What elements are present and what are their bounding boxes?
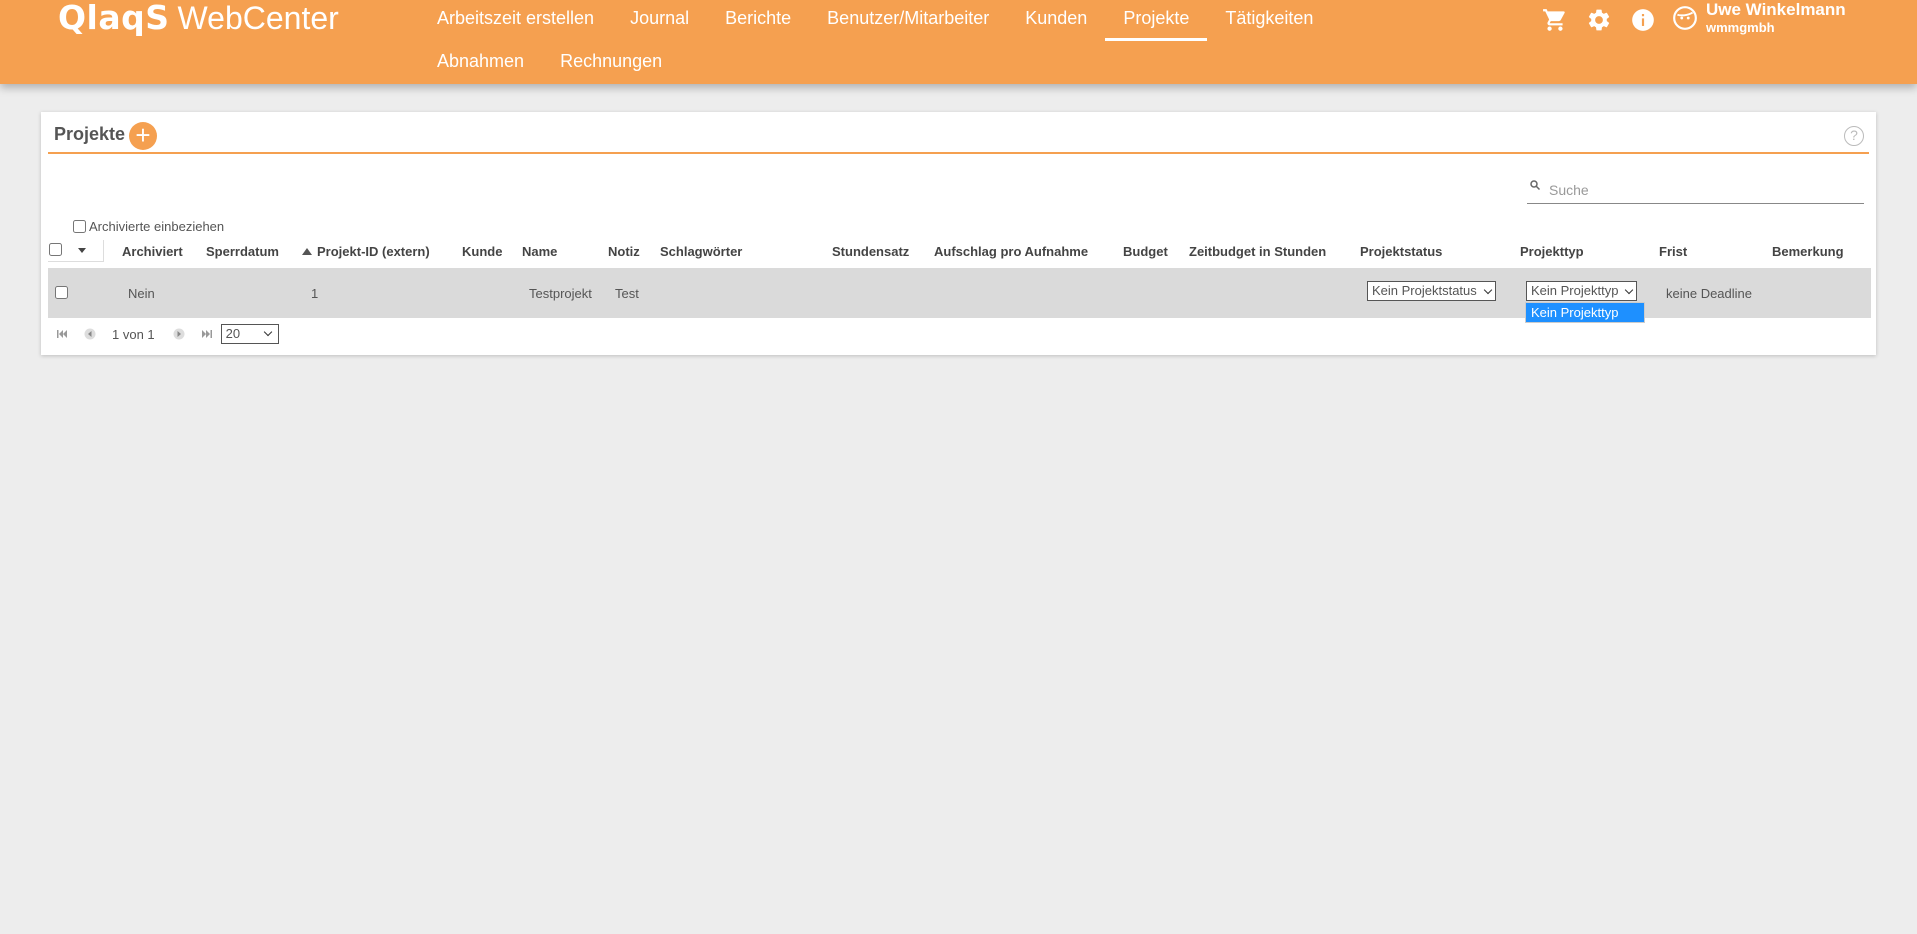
row-checkbox[interactable] xyxy=(55,286,68,299)
header-icons xyxy=(1541,6,1657,34)
gear-icon[interactable] xyxy=(1585,6,1613,34)
col-schlagwoerter[interactable]: Schlagwörter xyxy=(660,244,742,259)
col-name[interactable]: Name xyxy=(522,244,557,259)
col-frist[interactable]: Frist xyxy=(1659,244,1687,259)
cart-icon[interactable] xyxy=(1541,6,1569,34)
table-header: Archiviert Sperrdatum Projekt-ID (extern… xyxy=(48,240,1871,264)
cell-projekt-id: 1 xyxy=(311,286,319,301)
cell-frist: keine Deadline xyxy=(1666,286,1753,301)
include-archived: Archivierte einbeziehen xyxy=(73,219,224,234)
select-all-control xyxy=(48,240,104,262)
logo-brand: QlaqS xyxy=(58,0,170,37)
include-archived-label: Archivierte einbeziehen xyxy=(89,219,225,234)
nav-item-projekte[interactable]: Projekte xyxy=(1105,0,1208,41)
cell-archiviert: Nein xyxy=(128,286,155,301)
logo-product: WebCenter xyxy=(177,0,339,36)
nav-item-benutzer[interactable]: Benutzer/Mitarbeiter xyxy=(809,0,1007,41)
col-projekt-id[interactable]: Projekt-ID (extern) xyxy=(302,244,430,259)
next-page-icon[interactable] xyxy=(171,326,187,342)
user-face-icon[interactable] xyxy=(1671,4,1699,32)
dropdown-option[interactable]: Kein Projekttyp xyxy=(1526,303,1644,322)
app-logo[interactable]: QlaqS WebCenter xyxy=(58,0,339,36)
col-aufschlag[interactable]: Aufschlag pro Aufnahme xyxy=(934,244,1088,259)
col-bemerkung[interactable]: Bemerkung xyxy=(1772,244,1844,259)
nav-item-rechnungen[interactable]: Rechnungen xyxy=(542,43,680,84)
first-page-icon[interactable] xyxy=(54,326,70,342)
col-zeitbudget[interactable]: Zeitbudget in Stunden xyxy=(1189,244,1326,259)
user-name[interactable]: Uwe Winkelmann xyxy=(1706,1,1846,19)
nav-item-abnahmen[interactable]: Abnahmen xyxy=(419,43,542,84)
page-title: Projekte xyxy=(54,124,126,144)
page-size-select[interactable]: 20 xyxy=(220,324,279,344)
help-icon[interactable]: ? xyxy=(1844,126,1864,146)
projekttyp-dropdown: Kein Projekttyp xyxy=(1525,302,1645,323)
main-nav: Arbeitszeit erstellen Journal Berichte B… xyxy=(419,0,1319,86)
nav-item-berichte[interactable]: Berichte xyxy=(707,0,809,41)
title-divider xyxy=(48,152,1869,154)
col-projekttyp[interactable]: Projekttyp xyxy=(1520,244,1584,259)
search-input[interactable] xyxy=(1549,182,1849,198)
nav-item-taetigkeiten[interactable]: Tätigkeiten xyxy=(1207,0,1331,41)
info-icon[interactable] xyxy=(1629,6,1657,34)
search-icon xyxy=(1529,178,1541,196)
nav-item-journal[interactable]: Journal xyxy=(612,0,707,41)
projekttyp-select[interactable]: Kein Projekttyp xyxy=(1526,281,1638,301)
col-sperrdatum[interactable]: Sperrdatum xyxy=(206,244,279,259)
pagination: 1 von 1 20 xyxy=(54,324,279,344)
cell-name: Testprojekt xyxy=(529,286,592,301)
col-kunde[interactable]: Kunde xyxy=(462,244,502,259)
nav-item-kunden[interactable]: Kunden xyxy=(1007,0,1105,41)
col-budget[interactable]: Budget xyxy=(1123,244,1168,259)
nav-row-2: Abnahmen Rechnungen xyxy=(419,43,1319,86)
nav-item-arbeitszeit[interactable]: Arbeitszeit erstellen xyxy=(419,0,612,41)
page-indicator: 1 von 1 xyxy=(112,326,155,342)
select-menu-chevron-down-icon[interactable] xyxy=(78,248,86,253)
col-projektstatus[interactable]: Projektstatus xyxy=(1360,244,1442,259)
col-archiviert[interactable]: Archiviert xyxy=(122,244,183,259)
top-bar: QlaqS WebCenter Arbeitszeit erstellen Jo… xyxy=(0,0,1917,84)
col-projekt-id-label: Projekt-ID (extern) xyxy=(317,244,430,259)
col-notiz[interactable]: Notiz xyxy=(608,244,640,259)
projektstatus-select[interactable]: Kein Projektstatus xyxy=(1367,281,1496,301)
select-all-checkbox[interactable] xyxy=(49,243,62,256)
last-page-icon[interactable] xyxy=(199,326,215,342)
search-box xyxy=(1527,174,1864,204)
nav-row-1: Arbeitszeit erstellen Journal Berichte B… xyxy=(419,0,1319,43)
add-project-button[interactable]: + xyxy=(129,122,157,150)
col-stundensatz[interactable]: Stundensatz xyxy=(832,244,909,259)
prev-page-icon[interactable] xyxy=(82,326,98,342)
include-archived-checkbox[interactable] xyxy=(73,220,86,233)
sort-asc-icon xyxy=(302,248,312,255)
user-org: wmmgmbh xyxy=(1706,20,1775,35)
cell-notiz: Test xyxy=(615,286,639,301)
